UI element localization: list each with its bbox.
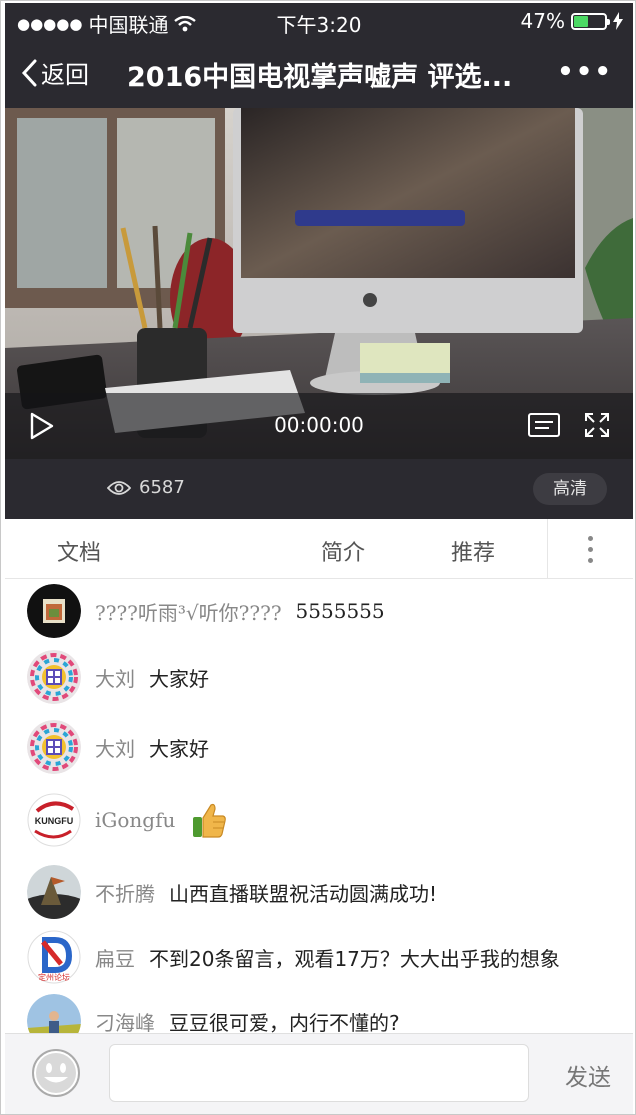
more-button[interactable]: ••• xyxy=(557,57,613,87)
avatar[interactable]: KUNGFU xyxy=(27,793,81,847)
tab-doc[interactable]: 文档 xyxy=(57,535,101,567)
tab-recommend[interactable]: 推荐 xyxy=(451,535,495,567)
comment-item: 定州论坛 扁豆 不到20条留言，观看17万？大大出乎我的想象 xyxy=(27,930,560,984)
thumbs-up-icon xyxy=(193,803,227,838)
status-bar: ●●●●● 中国联通 下午3:20 47% xyxy=(5,3,633,39)
comment-author: 大刘 xyxy=(95,736,135,761)
eye-icon xyxy=(107,480,131,495)
emoji-icon[interactable] xyxy=(31,1048,81,1098)
charging-icon xyxy=(613,12,623,30)
comment-author: 刁海峰 xyxy=(95,1010,155,1034)
comment-author: ????听雨³√听你???? xyxy=(95,600,282,625)
comment-item: 大刘 大家好 xyxy=(27,720,209,774)
comment-text: 大家好 xyxy=(149,736,209,761)
tab-bar: 文档 简介 推荐 xyxy=(5,519,633,579)
header: ●●●●● 中国联通 下午3:20 47% 返回 2016中国电视掌声嘘声 评选… xyxy=(5,3,633,108)
back-label: 返回 xyxy=(41,61,89,89)
avatar[interactable] xyxy=(27,584,81,638)
tab-intro[interactable]: 简介 xyxy=(321,535,365,567)
video-controls: 00:00:00 xyxy=(5,393,633,459)
comment-item: 不折腾 山西直播联盟祝活动圆满成功! xyxy=(27,865,437,919)
subtitles-icon[interactable] xyxy=(527,411,561,439)
avatar[interactable] xyxy=(27,650,81,704)
avatar[interactable] xyxy=(27,720,81,774)
comment-author: 不折腾 xyxy=(95,881,155,906)
comment-text: 不到20条留言，观看17万？大大出乎我的想象 xyxy=(149,946,560,971)
comment-item: KUNGFU iGongfu xyxy=(27,793,241,847)
comment-author: 扁豆 xyxy=(95,946,135,971)
view-count-value: 6587 xyxy=(139,477,185,498)
avatar[interactable] xyxy=(27,994,81,1033)
comment-item: 刁海峰 豆豆很可爱，内行不懂的? xyxy=(27,994,400,1033)
kungfu-logo-text: KUNGFU xyxy=(35,816,74,826)
battery-percent: 47% xyxy=(520,9,565,33)
comment-input-bar: 发送 xyxy=(5,1033,633,1114)
status-right: 47% xyxy=(521,9,623,33)
comment-item: ????听雨³√听你???? 5555555 xyxy=(27,584,385,638)
avatar[interactable]: 定州论坛 xyxy=(27,930,81,984)
app-frame: ●●●●● 中国联通 下午3:20 47% 返回 2016中国电视掌声嘘声 评选… xyxy=(0,0,636,1115)
comment-author: iGongfu xyxy=(95,808,176,832)
avatar[interactable] xyxy=(27,865,81,919)
comment-text: 豆豆很可爱，内行不懂的? xyxy=(169,1010,400,1034)
view-count: 6587 xyxy=(107,477,185,498)
chevron-left-icon xyxy=(21,59,37,86)
battery-icon xyxy=(571,12,610,30)
page-title: 2016中国电视掌声嘘声 评选... xyxy=(127,62,513,93)
comment-text: 5555555 xyxy=(295,599,385,623)
tab-menu-button[interactable] xyxy=(547,519,633,579)
comment-author: 大刘 xyxy=(95,666,135,691)
comment-list[interactable]: ????听雨³√听你???? 5555555 大刘 大家好 大刘 大家好 KUN… xyxy=(5,580,633,1033)
navbar: 返回 2016中国电视掌声嘘声 评选... ••• xyxy=(5,43,633,105)
dingzhou-logo-text: 定州论坛 xyxy=(38,972,70,982)
comment-text: 山西直播联盟祝活动圆满成功! xyxy=(169,881,438,906)
video-info-bar: 6587 高清 xyxy=(5,459,633,519)
back-button[interactable]: 返回 xyxy=(21,55,89,90)
fullscreen-icon[interactable] xyxy=(583,411,611,439)
vertical-dots-icon xyxy=(588,535,593,563)
video-player[interactable]: 00:00:00 xyxy=(5,108,633,459)
comment-text: 大家好 xyxy=(149,666,209,691)
quality-button[interactable]: 高清 xyxy=(533,473,607,505)
comment-input[interactable] xyxy=(109,1044,529,1102)
send-button[interactable]: 发送 xyxy=(565,1058,611,1092)
comment-item: 大刘 大家好 xyxy=(27,650,209,704)
